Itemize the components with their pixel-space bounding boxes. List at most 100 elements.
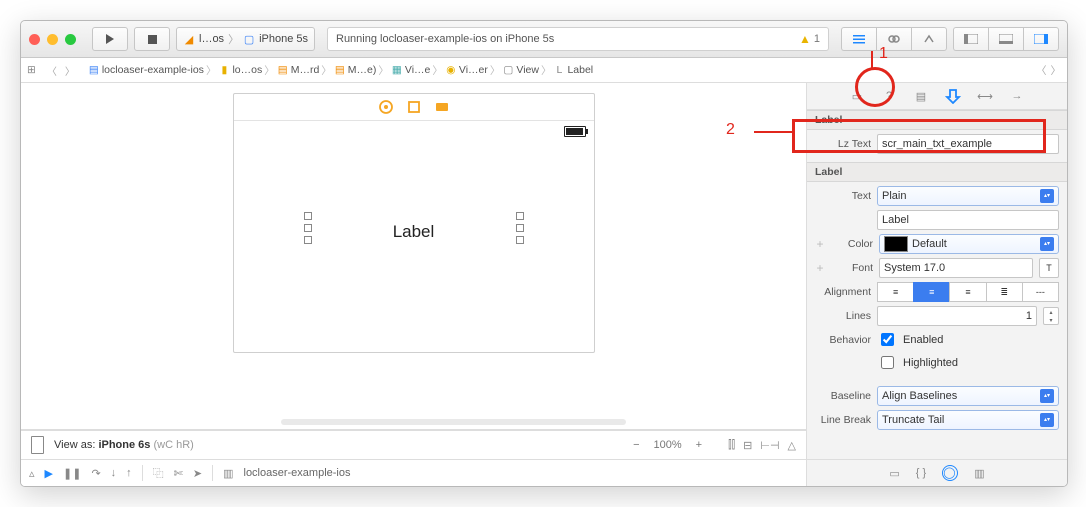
step-over-icon[interactable]: ↷: [91, 467, 100, 480]
attributes-inspector-tab[interactable]: [945, 88, 961, 104]
jump-prev[interactable]: 〈: [1036, 63, 1047, 78]
simulate-location-icon[interactable]: ➤: [193, 467, 202, 480]
viewas-device[interactable]: iPhone 6s: [98, 439, 150, 451]
file-inspector-tab[interactable]: ▭: [849, 88, 865, 104]
font-input[interactable]: [879, 258, 1033, 278]
zoom-window[interactable]: [65, 34, 76, 45]
lines-label: Lines: [815, 310, 871, 322]
lz-text-label: Lz Text: [815, 138, 871, 150]
storyboard-icon: ▤: [277, 64, 289, 76]
process-name[interactable]: locloaser-example-ios: [244, 467, 351, 479]
lines-stepper[interactable]: ▴▾: [1043, 307, 1059, 325]
view-as-bar: View as: iPhone 6s (wC hR) − 100% + ⫿⫿ ⊟…: [21, 430, 806, 459]
standard-editor[interactable]: [841, 27, 876, 51]
annotation-1-pointer: [871, 51, 873, 69]
toggle-utilities[interactable]: [1023, 27, 1059, 51]
step-into-icon[interactable]: ↓: [111, 467, 117, 479]
folder-icon: ▮: [218, 64, 230, 76]
continue-execution-icon[interactable]: ▶: [45, 467, 53, 480]
horizontal-scrollbar[interactable]: [281, 419, 626, 425]
crumb-folder[interactable]: ▮lo…os: [218, 64, 262, 76]
color-select[interactable]: Default ▴▾: [879, 234, 1059, 254]
crumb-view[interactable]: ▢View: [502, 64, 539, 76]
related-items-icon[interactable]: ⊞: [27, 64, 36, 76]
exit-icon[interactable]: [407, 100, 421, 114]
back-button[interactable]: 〈: [44, 59, 60, 81]
zoom-in[interactable]: +: [696, 439, 702, 451]
align-icon[interactable]: ⊟: [743, 439, 752, 452]
code-snippet-library-tab[interactable]: { }: [916, 467, 926, 479]
linebreak-select[interactable]: Truncate Tail▴▾: [877, 410, 1059, 430]
identity-inspector-tab[interactable]: ▤: [913, 88, 929, 104]
alignment-segment: ≡ ≡ ≡ ≣ ---: [877, 282, 1059, 302]
resolve-issues-icon[interactable]: △: [788, 439, 796, 452]
media-library-tab[interactable]: ▥: [974, 467, 984, 480]
debug-memory-icon[interactable]: ✄: [174, 467, 183, 480]
forward-button[interactable]: 〉: [62, 59, 78, 81]
lz-text-row: Lz Text: [815, 134, 1059, 154]
jump-next[interactable]: 〉: [1051, 63, 1062, 78]
zoom-out[interactable]: −: [633, 439, 639, 451]
annotation-2-number: 2: [726, 121, 735, 139]
crumb-controller[interactable]: ◉Vi…er: [445, 64, 488, 76]
lz-text-input[interactable]: [877, 134, 1059, 154]
first-responder-icon[interactable]: [379, 100, 393, 114]
crumb-label[interactable]: LLabel: [553, 64, 593, 76]
align-left[interactable]: ≡: [877, 282, 913, 302]
crumb-scene[interactable]: ▦Vi…e: [391, 64, 431, 76]
add-font-variant[interactable]: +: [815, 261, 825, 275]
issues-badge[interactable]: ▲ 1: [799, 32, 820, 46]
toggle-debug-icon[interactable]: ▵: [29, 467, 35, 480]
crumb-storyboard-base[interactable]: ▤M…e): [334, 64, 377, 76]
font-picker-button[interactable]: T: [1039, 258, 1059, 278]
crumb-storyboard[interactable]: ▤M…rd: [277, 64, 320, 76]
warning-icon: ▲: [799, 32, 811, 46]
device-orientation-icon[interactable]: [31, 436, 44, 454]
close-window[interactable]: [29, 34, 40, 45]
pin-icon[interactable]: ⊢⊣: [760, 439, 779, 452]
add-color-variant[interactable]: +: [815, 237, 825, 251]
storyboard-entry-icon[interactable]: [435, 100, 449, 114]
size-inspector-tab[interactable]: ⟷: [977, 88, 993, 104]
project-icon: ▤: [88, 64, 100, 76]
toggle-navigator[interactable]: [953, 27, 988, 51]
align-justify[interactable]: ≣: [986, 282, 1022, 302]
inspector-panel: ▭ ? ▤ ⟷ → Label Lz Text Label Text: [807, 83, 1067, 486]
embed-in-icon[interactable]: ⫿⫿: [728, 439, 735, 452]
debug-view-hierarchy-icon[interactable]: ⿻: [153, 465, 164, 481]
run-button[interactable]: [92, 27, 128, 51]
stop-button[interactable]: [134, 27, 170, 51]
font-label: Font: [831, 262, 873, 274]
align-natural[interactable]: ---: [1022, 282, 1059, 302]
baseline-select[interactable]: Align Baselines▴▾: [877, 386, 1059, 406]
behavior-enabled-checkbox[interactable]: [881, 333, 894, 346]
activity-status: Running locloaser-example-ios on iPhone …: [327, 27, 829, 51]
scene-icon: ▦: [391, 64, 403, 76]
file-template-library-tab[interactable]: ▭: [889, 467, 899, 480]
section-custom-label: Label: [807, 110, 1067, 130]
annotation-2-pointer: [754, 131, 792, 133]
lines-input[interactable]: [877, 306, 1037, 326]
canvas[interactable]: Label: [21, 83, 806, 419]
quick-help-tab[interactable]: ?: [881, 88, 897, 104]
placed-label[interactable]: Label: [393, 222, 435, 242]
step-out-icon[interactable]: ↑: [126, 467, 132, 479]
scene-toolbar: [234, 94, 594, 121]
align-right[interactable]: ≡: [949, 282, 985, 302]
viewas-sizeclass: (wC hR): [153, 439, 193, 451]
version-editor[interactable]: [911, 27, 947, 51]
baseline-label: Baseline: [815, 390, 871, 402]
text-mode-select[interactable]: Plain▴▾: [877, 186, 1059, 206]
crumb-project[interactable]: ▤locloaser-example-ios: [88, 64, 204, 76]
behavior-highlighted-checkbox[interactable]: [881, 356, 894, 369]
object-library-tab[interactable]: ◯: [942, 465, 958, 481]
minimize-window[interactable]: [47, 34, 58, 45]
pause-icon[interactable]: ❚❚: [63, 467, 81, 480]
toggle-debug-area[interactable]: [988, 27, 1023, 51]
connections-inspector-tab[interactable]: →: [1009, 88, 1025, 104]
text-value-input[interactable]: [877, 210, 1059, 230]
align-center[interactable]: ≡: [913, 282, 949, 302]
section-label: Label: [807, 162, 1067, 182]
scheme-selector[interactable]: ◢ l…os 〉 ▢ iPhone 5s: [176, 27, 315, 51]
battery-indicator: [564, 126, 586, 140]
